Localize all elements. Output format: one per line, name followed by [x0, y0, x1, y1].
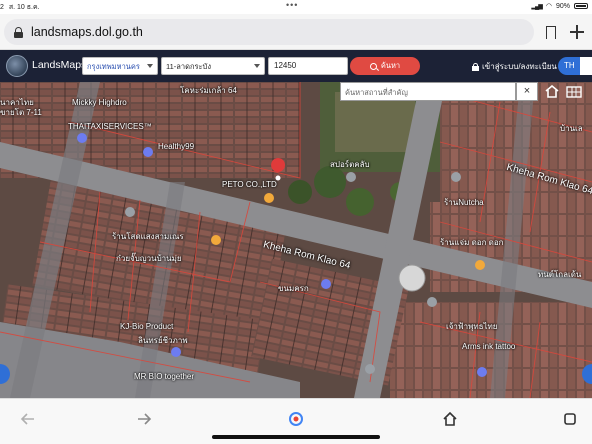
battery-icon — [574, 3, 588, 9]
poi-marker[interactable] — [451, 172, 461, 182]
login-label: เข้าสู่ระบบ/ลงทะเบียน — [482, 62, 557, 71]
plus-icon[interactable] — [570, 25, 584, 39]
url-text: landsmaps.dol.go.th — [31, 25, 143, 39]
poi-marker[interactable] — [211, 235, 221, 245]
bookmark-icon[interactable] — [546, 26, 556, 43]
poi-marker[interactable] — [475, 260, 485, 270]
home-view-icon[interactable] — [542, 82, 562, 101]
chevron-down-icon — [254, 64, 260, 68]
language-toggle[interactable]: TH — [558, 57, 592, 75]
map-label: Healthy99 — [158, 142, 195, 151]
landmark-search-input[interactable]: ค้นหาสถานที่สำคัญ — [340, 82, 516, 101]
poi-marker[interactable] — [365, 364, 375, 374]
chevron-down-icon — [147, 64, 153, 68]
status-date: ส. 10 ธ.ค. — [8, 4, 40, 11]
forward-icon[interactable] — [136, 411, 152, 427]
province-select[interactable]: กรุงเทพมหานคร — [82, 57, 158, 75]
district-select[interactable]: 11-ลาดกระบัง — [161, 57, 265, 75]
poi-marker[interactable] — [477, 367, 487, 377]
park-field — [335, 92, 415, 152]
map-label: KJ-Bio Product — [120, 322, 174, 331]
province-value: กรุงเทพมหานคร — [87, 62, 140, 71]
map-label: MR BIO together — [134, 372, 195, 381]
map-label: ขนมครก — [278, 284, 309, 293]
home-indicator — [212, 435, 380, 439]
back-icon[interactable] — [20, 411, 36, 427]
map-label: บ้านเล — [560, 124, 583, 133]
poi-marker[interactable] — [77, 133, 87, 143]
battery-percent: 90% — [555, 2, 570, 10]
poi-marker[interactable] — [143, 147, 153, 157]
assistant-icon[interactable] — [288, 411, 304, 427]
map-label: ร้านโสดแสงสามเณร — [112, 232, 184, 241]
lock-icon — [472, 62, 479, 71]
map-label: ร้านแจ่ม ดอก ดอก — [440, 238, 504, 247]
map-label: ทนต์โกลเด้น — [538, 270, 582, 279]
login-link[interactable]: เข้าสู่ระบบ/ลงทะเบียน — [472, 60, 557, 73]
status-time: 2 — [0, 4, 4, 11]
map-layers-icon[interactable] — [564, 82, 584, 101]
poi-marker[interactable] — [125, 207, 135, 217]
map-label: เจ้าฟ้าพุทธไทย — [446, 322, 498, 331]
map-view[interactable]: นาคาไทย ขายโต 7-11 Mickky Highdro THAITA… — [0, 82, 592, 398]
map-label: โคหะร่มเกล้า 64 — [180, 86, 237, 95]
postal-code-input[interactable]: 12450 — [268, 57, 348, 75]
home-icon[interactable] — [442, 411, 458, 427]
poi-marker[interactable] — [171, 347, 181, 357]
browser-url-bar: landsmaps.dol.go.th — [0, 14, 592, 50]
map-label: PETO CO.,LTD — [222, 180, 277, 189]
poi-marker[interactable] — [427, 297, 437, 307]
status-bar: 2 ส. 10 ธ.ค. ••• ▂▄▆ ◠ 90% — [0, 0, 592, 14]
map-label: ก๋วยจั๊บญวนบ้านมุ่ย — [116, 254, 182, 263]
map-label: Arms ink tattoo — [462, 342, 516, 351]
search-button[interactable]: ค้นหา — [350, 57, 420, 75]
poi-marker[interactable] — [264, 193, 274, 203]
map-label: ลินทรย์ชีวภาพ — [138, 336, 188, 345]
search-button-label: ค้นหา — [380, 61, 401, 70]
brand-title: LandsMaps — [32, 59, 87, 71]
lang-alt[interactable] — [580, 57, 592, 75]
map-label: ร้านNutcha — [444, 198, 484, 207]
search-icon — [369, 62, 377, 70]
app-header: LandsMaps กรุงเทพมหานคร 11-ลาดกระบัง 124… — [0, 50, 592, 82]
map-label: Mickky Highdro — [72, 98, 127, 107]
landsmaps-logo — [6, 55, 28, 77]
lang-active: TH — [564, 61, 575, 70]
lock-icon — [14, 26, 23, 38]
poi-marker[interactable] — [321, 279, 331, 289]
map-label: สปอร์ตคลับ — [330, 160, 370, 169]
multitask-dots[interactable]: ••• — [286, 0, 298, 10]
tabs-icon[interactable] — [562, 411, 578, 427]
close-icon[interactable]: × — [516, 82, 538, 101]
roundabout — [398, 264, 426, 292]
wifi-icon: ◠ — [545, 3, 552, 10]
district-value: 11-ลาดกระบัง — [166, 62, 211, 71]
map-label: THAITAXISERVICES™ — [68, 122, 152, 131]
poi-marker[interactable] — [346, 172, 356, 182]
map-label: ขายโต 7-11 — [0, 108, 42, 117]
address-field[interactable]: landsmaps.dol.go.th — [4, 19, 534, 45]
signal-icon: ▂▄▆ — [531, 3, 543, 10]
